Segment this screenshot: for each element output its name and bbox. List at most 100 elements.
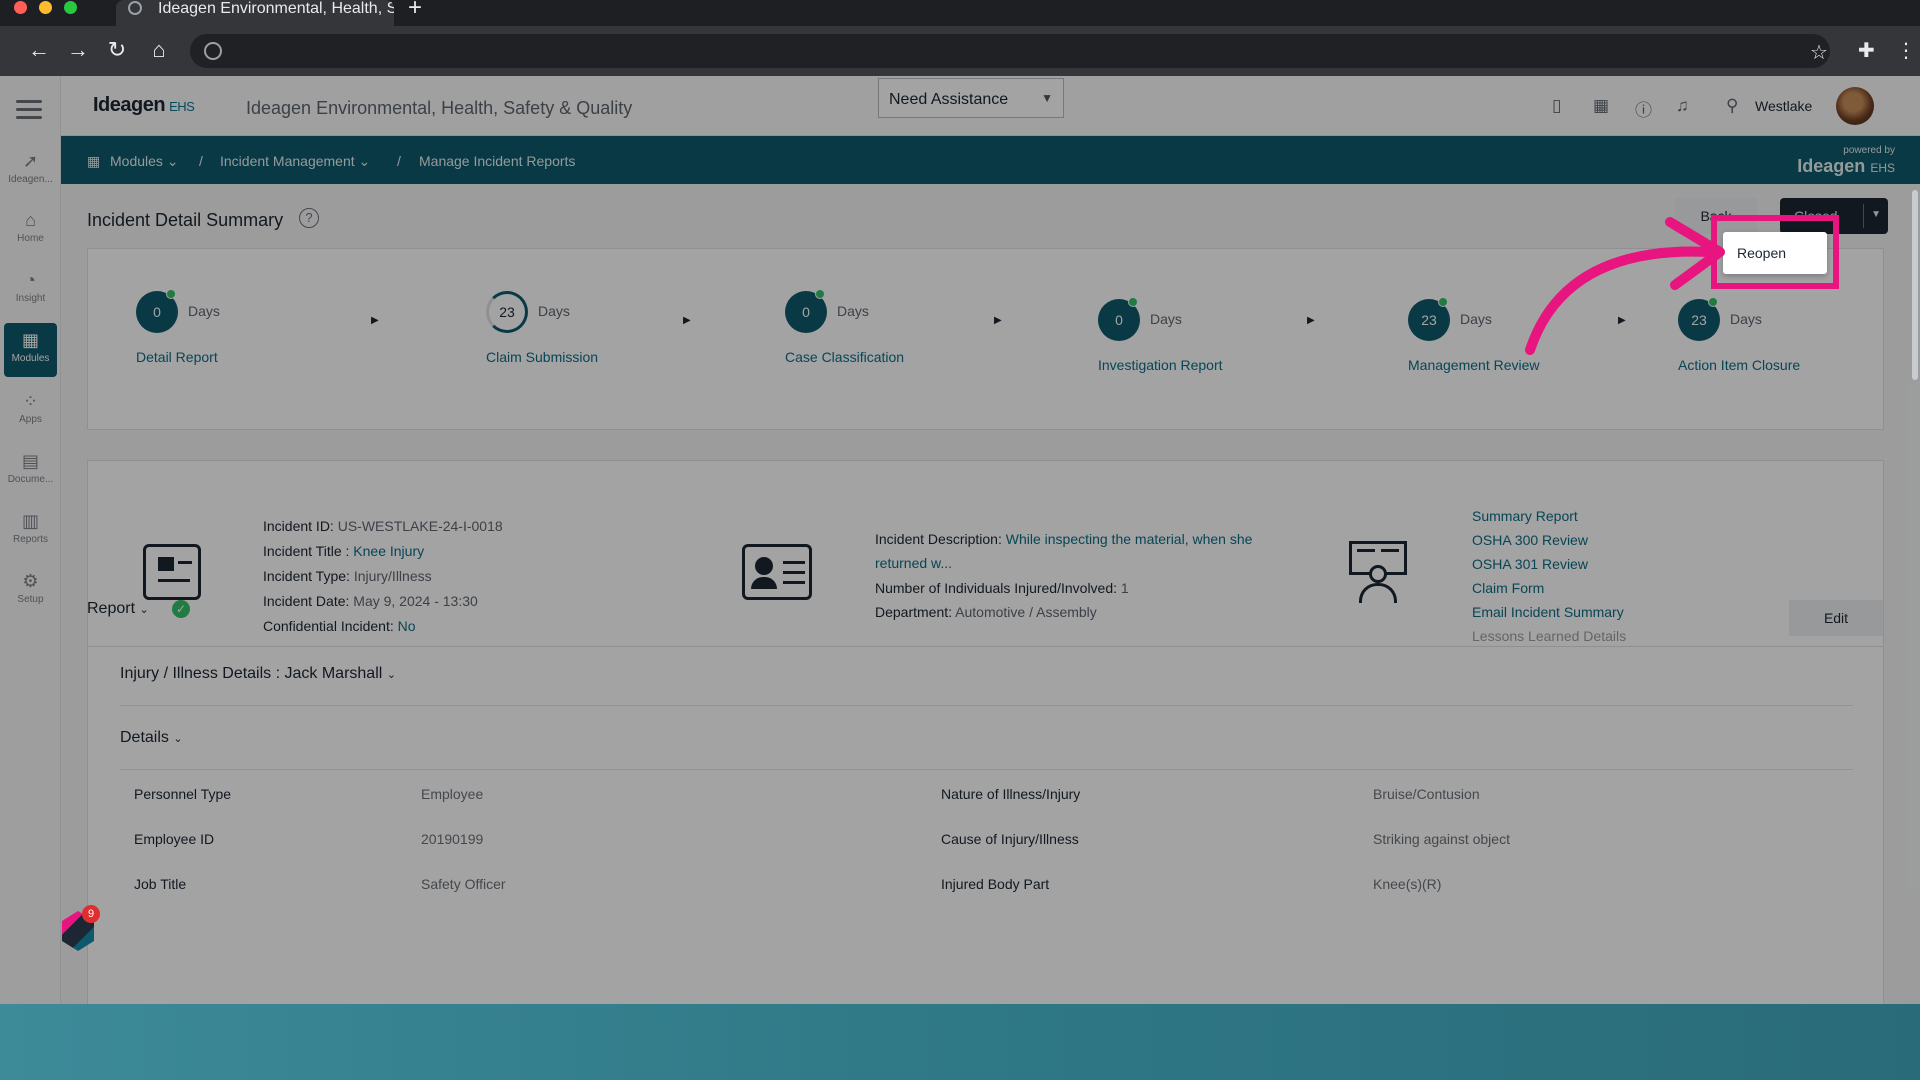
incident-title: Incident Title : Knee Injury (263, 543, 425, 559)
globe-icon (128, 1, 142, 15)
stage-days-label: Days (1730, 311, 1762, 327)
close-window-button[interactable] (14, 1, 27, 14)
stage-name[interactable]: Investigation Report (1098, 357, 1223, 373)
back-arrow-icon[interactable]: ← (26, 38, 52, 62)
check-icon (815, 289, 825, 299)
location-pin-icon[interactable]: ⚲ (1726, 96, 1738, 116)
browser-tab[interactable]: Ideagen Environmental, Health, S (116, 0, 394, 26)
stage-name[interactable]: Detail Report (136, 349, 218, 365)
stage-name[interactable]: Management Review (1408, 357, 1540, 373)
id-card-icon (742, 544, 812, 600)
detail-label: Nature of Illness/Injury (941, 786, 1081, 802)
avatar[interactable] (1836, 87, 1874, 125)
breadcrumb-incident-management[interactable]: Incident Management ⌄ (220, 153, 370, 170)
chevron-down-icon[interactable]: ▼ (1871, 209, 1881, 220)
stage-days-label: Days (1150, 311, 1182, 327)
sidebar-item-insight[interactable]: ◔ Insight (4, 263, 57, 317)
breadcrumb: ▦ Modules ⌄ / Incident Management ⌄ / Ma… (61, 136, 1920, 184)
link-claim-form[interactable]: Claim Form (1472, 580, 1544, 596)
setup-icon: ⚙ (22, 571, 39, 591)
new-tab-button[interactable]: + (408, 0, 422, 20)
detail-label: Cause of Injury/Illness (941, 831, 1079, 847)
document-icon: ▤ (21, 451, 39, 471)
detail-value: Knee(s)(R) (1373, 876, 1442, 892)
insight-icon: ◔ (25, 270, 36, 290)
modules-icon: ▦ (21, 330, 39, 350)
chevron-down-icon: ▼ (1041, 91, 1053, 105)
check-icon (1438, 297, 1448, 307)
calendar-icon[interactable]: ▦ (1593, 96, 1609, 116)
breadcrumb-modules[interactable]: Modules ⌄ (110, 153, 179, 170)
home-icon: ⌂ (25, 210, 36, 230)
sidebar-item-home[interactable]: ⌂ Home (4, 203, 57, 257)
app-title: Ideagen Environmental, Health, Safety & … (246, 98, 633, 118)
detail-value: Safety Officer (421, 876, 506, 892)
link-osha-300-review[interactable]: OSHA 300 Review (1472, 532, 1588, 548)
hamburger-menu-icon[interactable] (16, 100, 42, 124)
detail-value: Bruise/Contusion (1373, 786, 1480, 802)
link-osha-301-review[interactable]: OSHA 301 Review (1472, 556, 1588, 572)
ideagen-logo[interactable]: Ideagen EHS (93, 94, 195, 117)
presentation-person-icon (1347, 539, 1411, 605)
link-lessons-learned-details[interactable]: Lessons Learned Details (1472, 628, 1626, 644)
chevron-right-icon: ▶ (371, 315, 379, 326)
injury-details-toggle[interactable]: Injury / Illness Details : Jack Marshall… (120, 665, 396, 683)
notification-count-badge: 9 (82, 905, 100, 923)
bell-icon[interactable]: ♫ (1676, 96, 1689, 116)
sidebar-item-ideagen[interactable]: ➚ Ideagen... (4, 144, 57, 198)
need-assistance-select[interactable]: Need Assistance ▼ (878, 78, 1064, 118)
sidebar: ➚ Ideagen... ⌂ Home ◔ Insight ▦ Modules ⁘ Apps ▤ Do… (0, 76, 61, 1004)
annotation-arrow (1525, 217, 1725, 355)
browser-menu-icon[interactable]: ⋮ (1896, 38, 1916, 63)
stage-days-label: Days (837, 303, 869, 319)
check-icon (1128, 297, 1138, 307)
details-toggle[interactable]: Details ⌄ (120, 729, 183, 747)
sidebar-item-docume[interactable]: ▤ Docume... (4, 444, 57, 498)
incident-type: Incident Type: Injury/Illness (263, 568, 432, 584)
link-email-incident-summary[interactable]: Email Incident Summary (1472, 604, 1624, 620)
forward-arrow-icon[interactable]: → (65, 38, 91, 62)
divider (120, 769, 1853, 770)
breadcrumb-separator: / (397, 153, 401, 169)
stage-name[interactable]: Action Item Closure (1678, 357, 1800, 373)
chat-widget[interactable]: 9 (62, 905, 102, 957)
bookmark-star-icon[interactable]: ☆ (1810, 40, 1828, 65)
stage-days-label: Days (538, 303, 570, 319)
incident-description-more[interactable]: returned w... (875, 555, 952, 571)
help-icon[interactable]: ⓘ (1635, 96, 1652, 121)
stage-day-count: 23 (486, 291, 528, 333)
sparkle-icon: ➚ (22, 151, 39, 171)
sidebar-item-apps[interactable]: ⁘ Apps (4, 384, 57, 438)
confidential-incident: Confidential Incident: No (263, 618, 416, 634)
sidebar-item-modules[interactable]: ▦ Modules (4, 323, 57, 377)
scrollbar[interactable] (1912, 190, 1918, 380)
maximize-window-button[interactable] (64, 1, 77, 14)
detail-label: Personnel Type (134, 786, 232, 802)
stage-name[interactable]: Case Classification (785, 349, 904, 365)
report-section-toggle[interactable]: Report ⌄ (87, 600, 149, 618)
location-label[interactable]: Westlake (1755, 98, 1812, 114)
minimize-window-button[interactable] (39, 1, 52, 14)
help-circle-icon[interactable]: ? (299, 208, 319, 228)
sidebar-item-reports[interactable]: ▥ Reports (4, 504, 57, 558)
link-summary-report[interactable]: Summary Report (1472, 508, 1578, 524)
extensions-icon[interactable]: ✚ (1858, 38, 1875, 63)
tab-title: Ideagen Environmental, Health, S (158, 0, 394, 17)
globe-icon (204, 42, 222, 60)
stage-days-label: Days (1460, 311, 1492, 327)
sidebar-item-setup[interactable]: ⚙ Setup (4, 564, 57, 618)
incident-id: Incident ID: US-WESTLAKE-24-I-0018 (263, 518, 503, 534)
edit-button[interactable]: Edit (1789, 600, 1883, 636)
page-title: Incident Detail Summary (87, 210, 284, 230)
reload-icon[interactable]: ↻ (104, 38, 130, 62)
desktop-background (0, 1004, 1920, 1080)
highlight-box (1711, 215, 1839, 289)
address-bar[interactable]: ☆ (190, 34, 1830, 68)
apps-icon: ⁘ (22, 391, 39, 411)
stage-name[interactable]: Claim Submission (486, 349, 598, 365)
detail-label: Injured Body Part (941, 876, 1050, 892)
browser-tab-bar: Ideagen Environmental, Health, S + (0, 0, 1920, 26)
home-browser-icon[interactable]: ⌂ (146, 38, 172, 62)
mobile-icon[interactable]: ▯ (1552, 96, 1561, 116)
chevron-right-icon: ▶ (1307, 315, 1315, 326)
